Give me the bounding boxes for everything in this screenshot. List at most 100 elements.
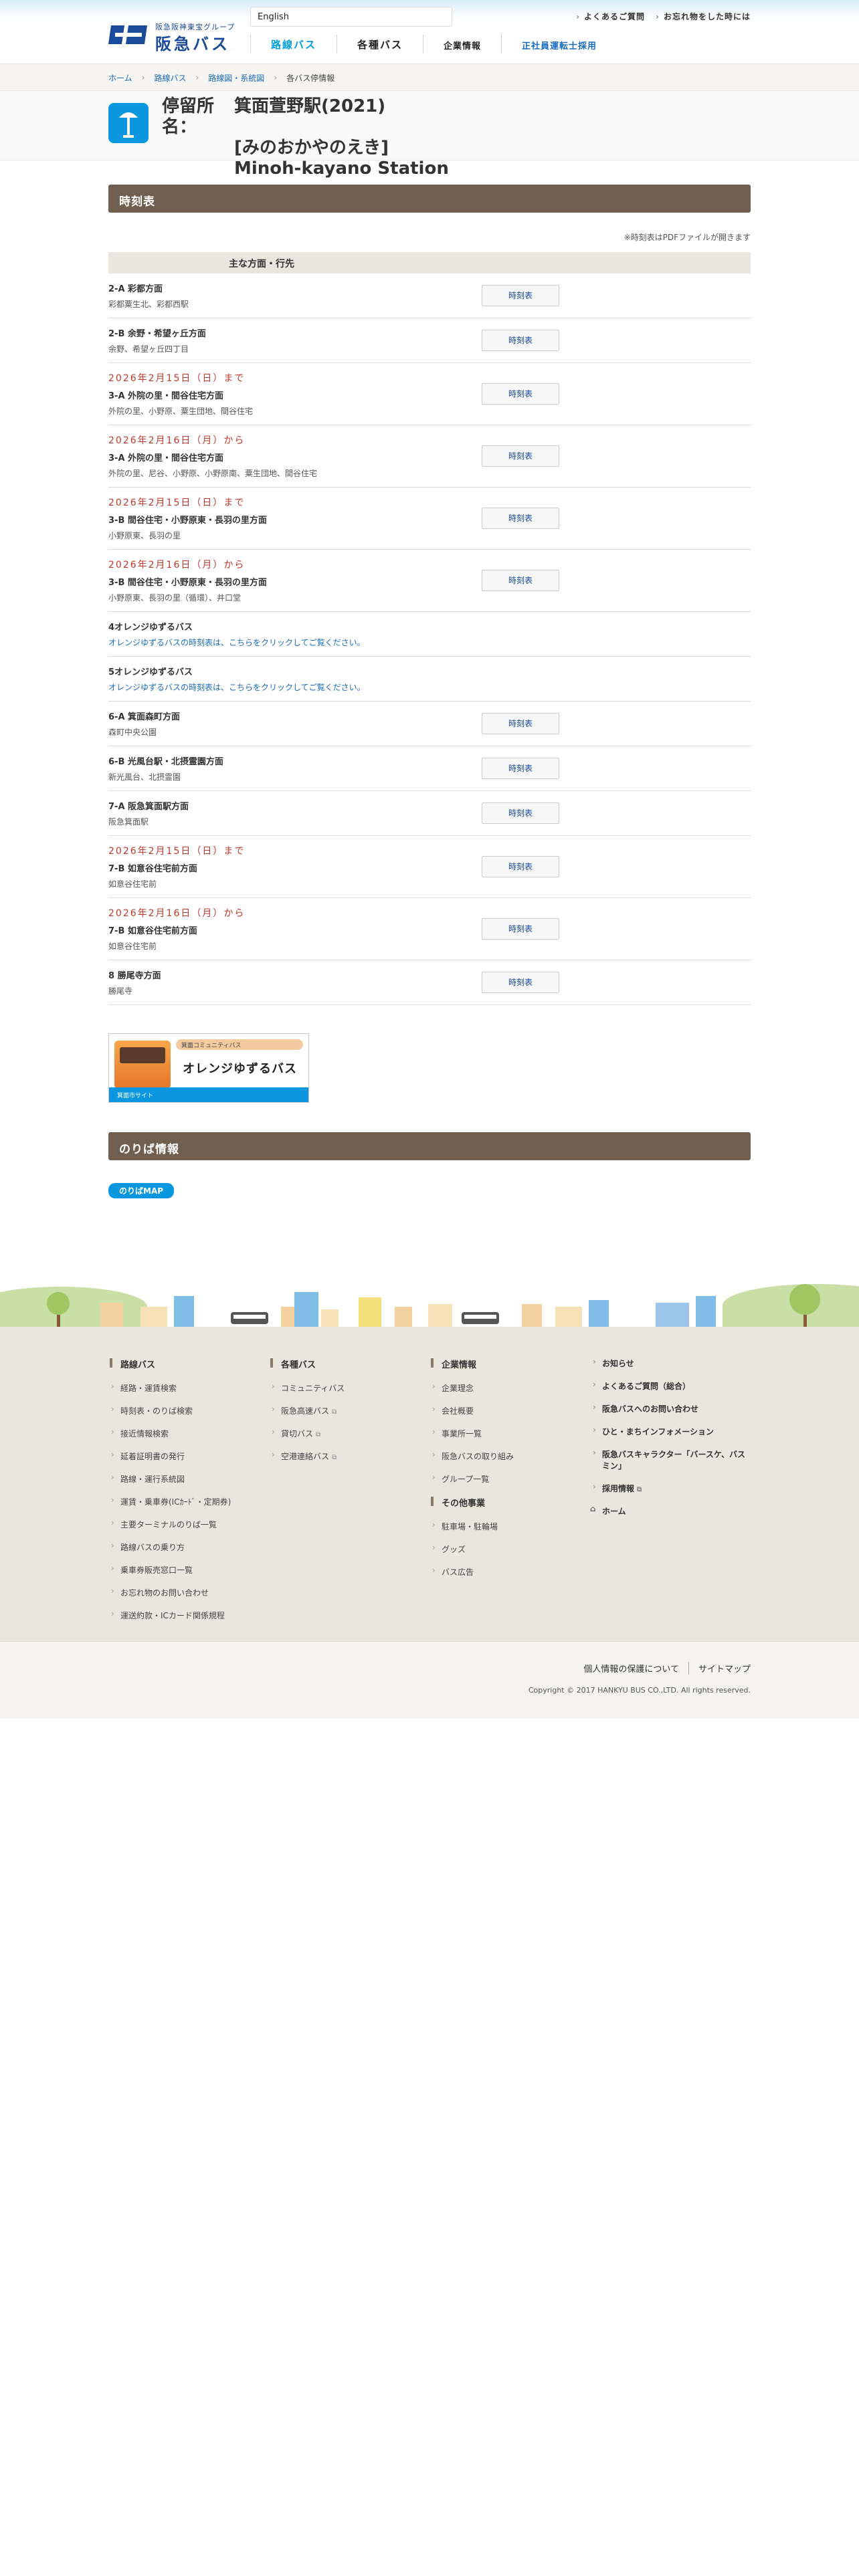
route-name: 7-B 如意谷住宅前方面 bbox=[108, 926, 197, 936]
footer-other-business-heading[interactable]: その他事業 bbox=[430, 1496, 590, 1509]
footer-link[interactable]: 路線・運行系統図 bbox=[108, 1473, 269, 1485]
breadcrumb-route-map[interactable]: 路線図・系統図 bbox=[208, 72, 264, 84]
effective-date: 2026年2月15日（日）まで bbox=[108, 846, 246, 857]
footer-link[interactable]: 接近情報検索 bbox=[108, 1427, 269, 1439]
footer-route-bus-heading[interactable]: 路線バス bbox=[108, 1358, 269, 1370]
footer-link[interactable]: グループ一覧 bbox=[430, 1473, 590, 1485]
language-selector[interactable]: English bbox=[250, 7, 452, 27]
timetable-button[interactable]: 時刻表 bbox=[482, 330, 559, 351]
footer-link[interactable]: ひと・まちインフォメーション bbox=[590, 1425, 751, 1437]
town-landscape-illustration bbox=[0, 1260, 859, 1327]
footer-col-route-bus: 路線バス 経路・運賃検索時刻表・のりば検索接近情報検索延着証明書の発行路線・運行… bbox=[108, 1358, 269, 1632]
banner-name: オレンジゆずるバス bbox=[183, 1062, 297, 1076]
breadcrumb-route-bus[interactable]: 路線バス bbox=[154, 72, 186, 84]
footer-link[interactable]: 駐車場・駐輪場 bbox=[430, 1520, 590, 1532]
footer-link[interactable]: 乗車券販売窓口一覧 bbox=[108, 1564, 269, 1576]
timetable-button[interactable]: 時刻表 bbox=[482, 758, 559, 779]
footer-link[interactable]: 貸切バス⧉ bbox=[269, 1427, 430, 1439]
copyright: Copyright © 2017 HANKYU BUS CO.,LTD. All… bbox=[528, 1686, 751, 1695]
hankyu-bus-logo[interactable]: 阪急阪神東宝グループ 阪急バス bbox=[108, 19, 235, 53]
route-name: 8 勝尾寺方面 bbox=[108, 971, 161, 981]
privacy-link[interactable]: 個人情報の保護について bbox=[583, 1662, 689, 1675]
timetable-button[interactable]: 時刻表 bbox=[482, 972, 559, 993]
faq-link[interactable]: よくあるご質問 bbox=[576, 11, 645, 22]
footer-link[interactable]: お知らせ bbox=[590, 1357, 751, 1369]
footer-link[interactable]: 時刻表・のりば検索 bbox=[108, 1404, 269, 1416]
footer-col-various-bus: 各種バス コミュニティバス 阪急高速バス⧉ 貸切バス⧉ 空港連絡バス⧉ bbox=[269, 1358, 430, 1632]
bus-icon bbox=[462, 1312, 499, 1324]
timetable-row: 2-A 彩都方面 彩都粟生北、彩都西駅 時刻表 bbox=[108, 274, 751, 318]
stop-name-prefix: 停留所名： bbox=[162, 96, 215, 137]
timetable-button[interactable]: 時刻表 bbox=[482, 802, 559, 824]
footer-link[interactable]: 延着証明書の発行 bbox=[108, 1450, 269, 1462]
bus-icon bbox=[231, 1312, 268, 1324]
route-stops: 彩都粟生北、彩都西駅 bbox=[108, 300, 189, 309]
nav-route-bus[interactable]: 路線バス bbox=[250, 35, 337, 53]
footer-link[interactable]: 路線バスの乗り方 bbox=[108, 1541, 269, 1553]
orange-bus-link[interactable]: オレンジゆずるバスの時刻表は、こちらをクリックしてご覧ください。 bbox=[108, 637, 751, 648]
nav-company-info[interactable]: 企業情報 bbox=[423, 35, 501, 53]
footer-link[interactable]: よくあるご質問（総合） bbox=[590, 1380, 751, 1392]
breadcrumb-home[interactable]: ホーム bbox=[108, 72, 132, 84]
global-nav: 路線バス 各種バス 企業情報 正社員運転士採用 bbox=[250, 35, 617, 53]
footer-link[interactable]: 会社概要 bbox=[430, 1404, 590, 1416]
noriba-heading: のりば情報 bbox=[108, 1132, 751, 1160]
stop-name-kana: [みのおかやのえき] bbox=[234, 138, 389, 158]
route-stops: 外院の里、小野原、粟生団地、間谷住宅 bbox=[108, 407, 254, 416]
external-link-icon: ⧉ bbox=[316, 1431, 321, 1438]
footer-link[interactable]: コミュニティバス bbox=[269, 1382, 430, 1394]
stop-title-bar: 停留所名： 箕面萱野駅(2021) [みのおかやのえき] Minoh-kayano… bbox=[0, 91, 859, 179]
route-stops: 新光風台、北摂霊園 bbox=[108, 772, 181, 782]
footer-link[interactable]: 主要ターミナルのりば一覧 bbox=[108, 1518, 269, 1530]
footer-link[interactable]: 経路・運賃検索 bbox=[108, 1382, 269, 1394]
footer-link[interactable]: グッズ bbox=[430, 1543, 590, 1555]
footer-link[interactable]: 阪急バスキャラクター「バースケ、バスミン」 bbox=[590, 1448, 751, 1471]
timetable-list: 2-A 彩都方面 彩都粟生北、彩都西駅 時刻表 2-B 余野・希望ヶ丘方面 余野、希望ヶ… bbox=[108, 274, 751, 1005]
timetable-button[interactable]: 時刻表 bbox=[482, 508, 559, 529]
footer-link[interactable]: 阪急バスへのお問い合わせ bbox=[590, 1402, 751, 1414]
timetable-button[interactable]: 時刻表 bbox=[482, 918, 559, 940]
footer-home-link[interactable]: ホーム bbox=[590, 1504, 751, 1517]
footer-link[interactable]: 阪急高速バス⧉ bbox=[269, 1404, 430, 1416]
footer-col-misc: お知らせ よくあるご質問（総合） 阪急バスへのお問い合わせ ひと・まちインフォメ… bbox=[590, 1357, 751, 1632]
site-footer: 路線バス 経路・運賃検索時刻表・のりば検索接近情報検索延着証明書の発行路線・運行… bbox=[0, 1327, 859, 1641]
route-name: 6-A 箕面森町方面 bbox=[108, 712, 181, 722]
timetable-button[interactable]: 時刻表 bbox=[482, 713, 559, 734]
timetable-button[interactable]: 時刻表 bbox=[482, 285, 559, 306]
footer-link[interactable]: 事業所一覧 bbox=[430, 1427, 590, 1439]
footer-link[interactable]: 阪急バスの取り組み bbox=[430, 1450, 590, 1462]
timetable-heading: 時刻表 bbox=[108, 185, 751, 213]
route-name: 3-B 間谷住宅・小野原東・長羽の里方面 bbox=[108, 516, 267, 526]
footer-link[interactable]: 採用情報⧉ bbox=[590, 1482, 751, 1494]
stop-name: 箕面萱野駅(2021) bbox=[234, 96, 386, 116]
footer-link[interactable]: バス広告 bbox=[430, 1566, 590, 1578]
timetable-button[interactable]: 時刻表 bbox=[482, 856, 559, 877]
footer-link[interactable]: お忘れ物のお問い合わせ bbox=[108, 1586, 269, 1598]
orange-bus-link[interactable]: オレンジゆずるバスの時刻表は、こちらをクリックしてご覧ください。 bbox=[108, 681, 751, 693]
nav-driver-recruit[interactable]: 正社員運転士採用 bbox=[501, 35, 617, 53]
effective-date: 2026年2月16日（月）から bbox=[108, 435, 246, 446]
timetable-button[interactable]: 時刻表 bbox=[482, 445, 559, 467]
banner-footer: 箕面市サイト bbox=[109, 1087, 308, 1102]
footer-link[interactable]: 運賃・乗車券(ICｶｰﾄﾞ・定期券) bbox=[108, 1495, 269, 1507]
logo-name: 阪急バス bbox=[155, 35, 230, 53]
footer-company-heading[interactable]: 企業情報 bbox=[430, 1358, 590, 1370]
orange-yuzuru-bus-banner[interactable]: 箕面コミュニティバス オレンジゆずるバス 箕面市サイト bbox=[108, 1033, 309, 1103]
nav-various-bus[interactable]: 各種バス bbox=[337, 35, 423, 53]
footer-link[interactable]: 運送約款・ICカード関係規程 bbox=[108, 1609, 269, 1621]
page-title: 停留所名： 箕面萱野駅(2021) [みのおかやのえき] Minoh-kayano… bbox=[162, 96, 449, 179]
timetable-row: 8 勝尾寺方面 勝尾寺 時刻表 bbox=[108, 960, 751, 1005]
sitemap-link[interactable]: サイトマップ bbox=[698, 1662, 751, 1675]
footer-link[interactable]: 企業理念 bbox=[430, 1382, 590, 1394]
timetable-button[interactable]: 時刻表 bbox=[482, 570, 559, 591]
route-stops: 小野原東、長羽の里（循環）、井口堂 bbox=[108, 593, 242, 603]
timetable-row: 2026年2月16日（月）から 7-B 如意谷住宅前方面 如意谷住宅前 時刻表 bbox=[108, 898, 751, 960]
lost-item-link[interactable]: お忘れ物をした時には bbox=[656, 11, 751, 22]
main-content: 時刻表 ※時刻表はPDFファイルが開きます 主な方面・行先 2-A 彩都方面 彩都… bbox=[108, 185, 751, 1198]
route-stops: 余野、希望ヶ丘四丁目 bbox=[108, 344, 189, 354]
footer-link[interactable]: 空港連絡バス⧉ bbox=[269, 1450, 430, 1462]
timetable-button[interactable]: 時刻表 bbox=[482, 383, 559, 405]
footer-various-bus-heading[interactable]: 各種バス bbox=[269, 1358, 430, 1370]
route-name: 2-B 余野・希望ヶ丘方面 bbox=[108, 329, 206, 339]
noriba-map-button[interactable]: のりばMAP bbox=[108, 1183, 175, 1198]
